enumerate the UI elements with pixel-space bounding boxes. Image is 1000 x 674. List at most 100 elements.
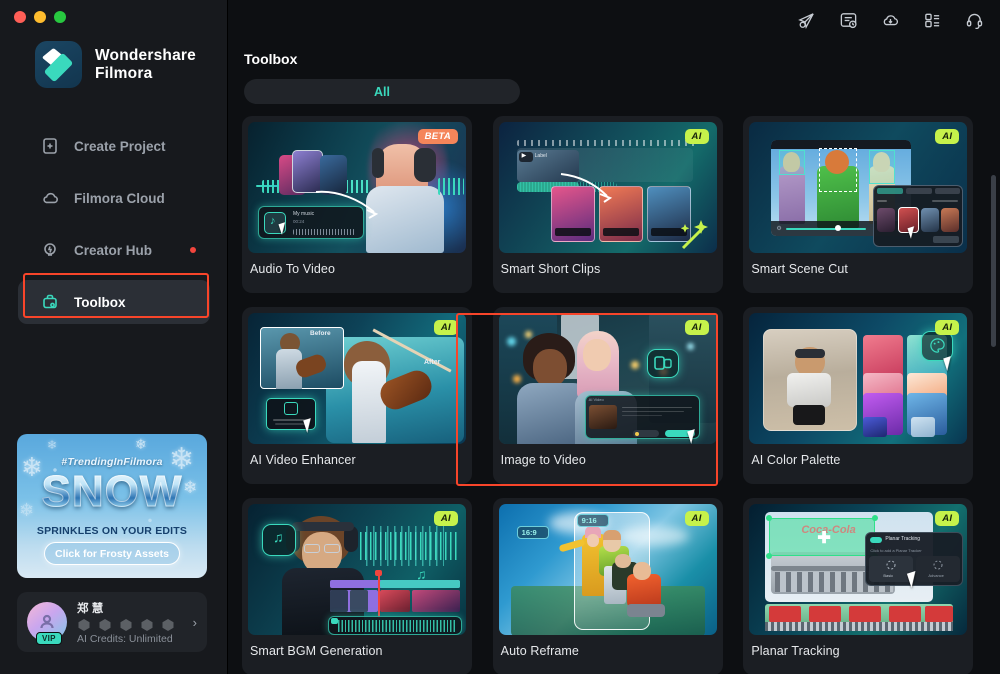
ai-credits-label: AI Credits: Unlimited	[77, 632, 173, 645]
chevron-right-icon[interactable]: ›	[193, 615, 197, 630]
file-plus-icon	[40, 136, 60, 156]
filmora-app-window: Wondershare Filmora Create Project Filmor…	[0, 0, 1000, 674]
sidebar-nav: Create Project Filmora Cloud Creator Hub	[18, 124, 210, 332]
brand-name: Wondershare Filmora	[95, 47, 196, 83]
achievement-badge-icon	[99, 618, 111, 631]
achievement-badge-icon	[162, 618, 174, 631]
toolbox-icon	[40, 292, 60, 312]
achievement-badge-icon	[120, 618, 132, 631]
promo-title: SNOW	[17, 467, 207, 517]
zoom-window-button[interactable]	[54, 11, 66, 23]
topbar	[228, 0, 1000, 41]
user-achievement-badges	[77, 618, 183, 632]
promo-subtitle: SPRINKLES ON YOUR EDITS	[36, 525, 188, 537]
support-headset-icon[interactable]	[962, 9, 986, 33]
send-feedback-icon[interactable]	[794, 9, 818, 33]
user-name: 郑 慧	[77, 602, 104, 615]
audio-track-time: 00:24	[293, 219, 305, 224]
tool-thumbnail: ⚙ AI	[749, 122, 968, 253]
planar-panel-hint: Click to add a Planar Tracker	[870, 548, 922, 553]
tool-card-title: Smart BGM Generation	[250, 644, 383, 658]
tool-thumbnail: ♫ ♫ AI	[248, 504, 466, 635]
brand-line-1: Wondershare	[95, 46, 196, 64]
audio-track-name: My music	[293, 211, 315, 217]
card-badge: AI	[935, 129, 960, 144]
card-badge: AI	[935, 320, 960, 335]
tool-card-title: AI Video Enhancer	[250, 453, 356, 467]
apps-grid-icon[interactable]	[920, 9, 944, 33]
tool-card-title: AI Color Palette	[751, 453, 841, 467]
planar-panel-title: Planar Tracking	[885, 536, 921, 542]
tool-card-title: Planar Tracking	[751, 644, 840, 658]
sidebar-item-label: Create Project	[74, 138, 166, 154]
card-badge: AI	[684, 320, 709, 335]
sidebar: Wondershare Filmora Create Project Filmor…	[0, 0, 228, 674]
card-badge: AI	[684, 511, 709, 526]
brand: Wondershare Filmora	[35, 41, 196, 88]
user-info: 郑 慧 AI Credits: Unlimited	[77, 600, 183, 645]
before-label: Before	[310, 330, 331, 337]
main-content: Toolbox All ♪ My music 00:24 BETA Audio …	[228, 0, 1000, 674]
tool-card-smart-short-clips[interactable]: ▶ Label AI Smart Short Clips	[492, 116, 723, 293]
lightbulb-icon	[40, 240, 60, 260]
achievement-badge-icon	[141, 618, 153, 631]
tool-thumbnail: ▶ Label AI	[498, 122, 717, 253]
page-title: Toolbox	[244, 51, 298, 67]
window-traffic-lights	[14, 11, 66, 23]
cloud-download-icon[interactable]	[878, 9, 902, 33]
tools-grid: ♪ My music 00:24 BETA Audio To Video ▶ L…	[242, 116, 980, 674]
tool-card-title: Smart Scene Cut	[751, 262, 849, 276]
clip-label: Label	[534, 153, 547, 159]
sidebar-item-label: Toolbox	[74, 294, 126, 310]
tool-card-title: Image to Video	[500, 453, 586, 467]
sidebar-item-toolbox[interactable]: Toolbox	[18, 280, 210, 324]
tool-card-smart-bgm-generation[interactable]: ♫ ♫ AI Smart BGM Generation	[242, 498, 472, 674]
planar-btn-advance: Advance	[928, 573, 944, 578]
sidebar-item-creator-hub[interactable]: Creator Hub	[18, 228, 210, 272]
promo-banner-snow[interactable]: ❄ ❄ ❄ ❄ ❄ ❄ #TrendingInFilmora SNOW SPRI…	[17, 434, 207, 578]
sidebar-item-filmora-cloud[interactable]: Filmora Cloud	[18, 176, 210, 220]
main-scrollbar[interactable]	[991, 175, 996, 347]
vip-badge: VIP	[36, 632, 62, 645]
ratio-label-9-16: 9:16	[581, 516, 597, 525]
cloud-icon	[40, 188, 60, 208]
card-badge: AI	[433, 320, 458, 335]
sidebar-item-create-project[interactable]: Create Project	[18, 124, 210, 168]
avatar-wrapper: VIP	[27, 602, 67, 645]
tool-card-image-to-video[interactable]: AI Video AI Image to Video	[492, 307, 723, 484]
tool-card-title: Smart Short Clips	[500, 262, 601, 276]
card-badge: AI	[935, 511, 960, 526]
user-account-card[interactable]: VIP 郑 慧 AI Credits: Unlimited ›	[17, 592, 207, 652]
filter-tab-all[interactable]: All	[244, 79, 520, 104]
sidebar-item-label: Filmora Cloud	[74, 190, 165, 206]
card-badge: BETA	[417, 129, 458, 144]
promo-cta-button[interactable]: Click for Frosty Assets	[44, 542, 180, 565]
filter-row: All	[244, 79, 1000, 104]
tool-thumbnail: ♪ My music 00:24 BETA	[248, 122, 466, 253]
tool-card-planar-tracking[interactable]: Coca-Cola ✚ Planar Tracking Click to add…	[743, 498, 974, 674]
tool-card-title: Audio To Video	[250, 262, 336, 276]
tool-thumbnail: After Before AI	[248, 313, 466, 444]
tool-card-title: Auto Reframe	[500, 644, 579, 658]
ratio-label-16-9: 16:9	[521, 528, 537, 537]
planar-btn-basic: Basic	[883, 573, 894, 578]
tool-card-audio-to-video[interactable]: ♪ My music 00:24 BETA Audio To Video	[242, 116, 472, 293]
card-badge: AI	[684, 129, 709, 144]
creator-hub-notification-dot	[190, 247, 196, 253]
sidebar-item-label: Creator Hub	[74, 242, 153, 258]
minimize-window-button[interactable]	[34, 11, 46, 23]
tool-thumbnail: Coca-Cola ✚ Planar Tracking Click to add…	[749, 504, 968, 635]
after-label: After	[424, 359, 441, 366]
tool-thumbnail: AI	[749, 313, 968, 444]
tool-card-ai-color-palette[interactable]: AI AI Color Palette	[743, 307, 974, 484]
brand-line-2: Filmora	[95, 64, 153, 82]
achievement-badge-icon	[78, 618, 90, 631]
close-window-button[interactable]	[14, 11, 26, 23]
card-badge: AI	[433, 511, 458, 526]
tool-thumbnail: AI Video AI	[498, 313, 717, 444]
tool-card-auto-reframe[interactable]: 16:9 9:16 AI Auto Reframe	[492, 498, 723, 674]
filmora-logo	[35, 41, 82, 88]
tool-card-ai-video-enhancer[interactable]: After Before AI AI Video Enhancer	[242, 307, 472, 484]
task-history-icon[interactable]	[836, 9, 860, 33]
tool-card-smart-scene-cut[interactable]: ⚙ AI Smart Scene Cut	[743, 116, 974, 293]
